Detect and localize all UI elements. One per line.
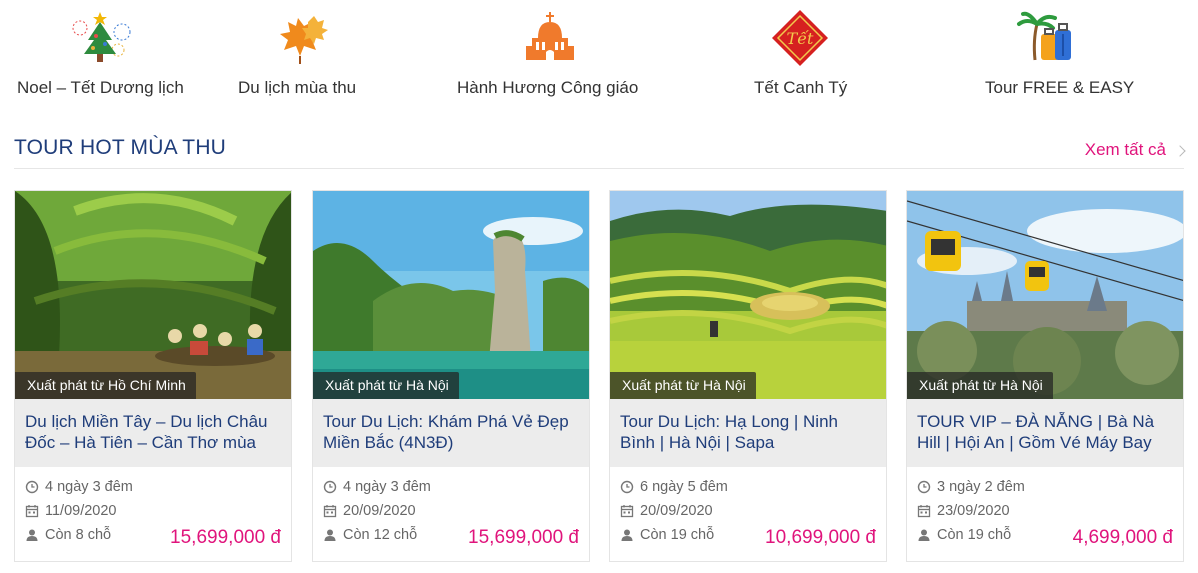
tour-meta: 3 ngày 2 đêm 23/09/2020 Còn 19 chỗ 4,699… [907, 467, 1183, 548]
tour-seats-text: Còn 8 chỗ [45, 527, 112, 543]
tour-card[interactable]: Xuất phát từ Hà Nội TOUR VIP – ĐÀ NẴNG |… [906, 190, 1184, 562]
clock-icon [917, 480, 931, 494]
chevron-right-icon [1174, 144, 1186, 157]
tour-card[interactable]: Xuất phát từ Hà Nội Tour Du Lịch: Hạ Lon… [609, 190, 887, 562]
user-icon [918, 529, 930, 541]
svg-text:Tết: Tết [787, 29, 815, 48]
category-label: Tour FREE & EASY [985, 78, 1135, 97]
tour-price: 4,699,000 đ [1072, 527, 1173, 548]
tour-duration-text: 4 ngày 3 đêm [343, 479, 431, 495]
category-pilgrimage[interactable]: Hành Hương Công giáo [440, 0, 660, 112]
user-icon [26, 529, 38, 541]
tour-duration: 6 ngày 5 đêm [620, 475, 876, 499]
tour-duration-text: 3 ngày 2 đêm [937, 479, 1025, 495]
tour-origin: Xuất phát từ Hà Nội [313, 372, 459, 399]
tour-meta: 4 ngày 3 đêm 11/09/2020 Còn 8 chỗ 15,699… [15, 467, 291, 548]
tour-image[interactable]: Xuất phát từ Hà Nội [610, 191, 886, 399]
category-label: Hành Hương Công giáo [457, 78, 639, 97]
tour-price: 10,699,000 đ [765, 527, 876, 548]
tour-title-box: Tour Du Lịch: Hạ Long | Ninh Bình | Hà N… [610, 399, 886, 467]
category-free-easy[interactable]: Tour FREE & EASY [975, 0, 1134, 112]
tour-meta: 6 ngày 5 đêm 20/09/2020 Còn 19 chỗ 10,69… [610, 467, 886, 548]
autumn-leaves-icon [280, 16, 328, 64]
christmas-tree-icon [72, 12, 131, 62]
halong-bay-photo [313, 191, 589, 399]
clock-icon [323, 480, 337, 494]
tour-duration-text: 6 ngày 5 đêm [640, 479, 728, 495]
tour-price: 15,699,000 đ [468, 527, 579, 548]
calendar-icon [25, 505, 39, 518]
tour-origin: Xuất phát từ Hồ Chí Minh [15, 372, 196, 399]
tour-duration: 4 ngày 3 đêm [25, 475, 281, 499]
category-label: Tết Canh Tý [754, 78, 848, 97]
tour-title-box: TOUR VIP – ĐÀ NẴNG | Bà Nà Hill | Hội An… [907, 399, 1183, 467]
category-label: Noel – Tết Dương lịch [17, 78, 184, 97]
tour-seats-text: Còn 19 chỗ [640, 527, 715, 543]
see-all-label: Xem tất cả [1084, 140, 1166, 159]
tour-date-text: 20/09/2020 [343, 503, 416, 519]
tour-title[interactable]: Tour Du Lịch: Hạ Long | Ninh Bình | Hà N… [620, 411, 876, 453]
tour-title-box: Tour Du Lịch: Khám Phá Vẻ Đẹp Miền Bắc (… [313, 399, 589, 467]
tour-date-text: 11/09/2020 [45, 503, 117, 519]
tour-price: 15,699,000 đ [170, 527, 281, 548]
calendar-icon [917, 505, 931, 518]
tour-meta: 4 ngày 3 đêm 20/09/2020 Còn 12 chỗ 15,69… [313, 467, 589, 548]
tour-seats-text: Còn 19 chỗ [937, 527, 1012, 543]
tour-duration: 4 ngày 3 đêm [323, 475, 579, 499]
see-all-link[interactable]: Xem tất cả [1084, 140, 1186, 160]
tour-image[interactable]: Xuất phát từ Hà Nội [313, 191, 589, 399]
tour-title[interactable]: Tour Du Lịch: Khám Phá Vẻ Đẹp Miền Bắc (… [323, 411, 579, 453]
user-icon [621, 529, 633, 541]
tour-date-text: 20/09/2020 [640, 503, 713, 519]
tour-date-text: 23/09/2020 [937, 503, 1010, 519]
category-strip: Noel – Tết Dương lịch Du lịch mùa thu Hà… [0, 0, 1198, 112]
mekong-canal-photo [15, 191, 291, 399]
category-tet[interactable]: Tết Tết Canh Tý [740, 0, 860, 112]
tour-title[interactable]: Du lịch Miền Tây – Du lịch Châu Đốc – Hà… [25, 411, 281, 453]
section-title: TOUR HOT MÙA THU [14, 136, 227, 159]
tet-emblem-icon: Tết [772, 10, 828, 66]
tour-date: 20/09/2020 [323, 499, 579, 523]
tour-title[interactable]: TOUR VIP – ĐÀ NẴNG | Bà Nà Hill | Hội An… [917, 411, 1173, 453]
tour-date: 11/09/2020 [25, 499, 281, 523]
category-noel[interactable]: Noel – Tết Dương lịch [0, 0, 200, 112]
clock-icon [25, 480, 39, 494]
tour-origin: Xuất phát từ Hà Nội [907, 372, 1053, 399]
ba-na-hills-photo [907, 191, 1183, 399]
tour-date: 23/09/2020 [917, 499, 1173, 523]
tour-title-box: Du lịch Miền Tây – Du lịch Châu Đốc – Hà… [15, 399, 291, 467]
tour-origin: Xuất phát từ Hà Nội [610, 372, 756, 399]
luggage-palm-icon [1017, 11, 1071, 61]
tour-card[interactable]: Xuất phát từ Hà Nội Tour Du Lịch: Khám P… [312, 190, 590, 562]
category-autumn[interactable]: Du lịch mùa thu [220, 0, 380, 112]
section-divider [14, 168, 1184, 169]
tour-seats-text: Còn 12 chỗ [343, 527, 418, 543]
sapa-terraces-photo [610, 191, 886, 399]
calendar-icon [323, 505, 337, 518]
user-icon [324, 529, 336, 541]
tour-date: 20/09/2020 [620, 499, 876, 523]
tour-duration-text: 4 ngày 3 đêm [45, 479, 133, 495]
clock-icon [620, 480, 634, 494]
tour-card[interactable]: Xuất phát từ Hồ Chí Minh Du lịch Miền Tâ… [14, 190, 292, 562]
category-label: Du lịch mùa thu [238, 78, 357, 97]
tour-image[interactable]: Xuất phát từ Hồ Chí Minh [15, 191, 291, 399]
calendar-icon [620, 505, 634, 518]
tour-image[interactable]: Xuất phát từ Hà Nội [907, 191, 1183, 399]
church-icon [526, 12, 574, 60]
tour-duration: 3 ngày 2 đêm [917, 475, 1173, 499]
